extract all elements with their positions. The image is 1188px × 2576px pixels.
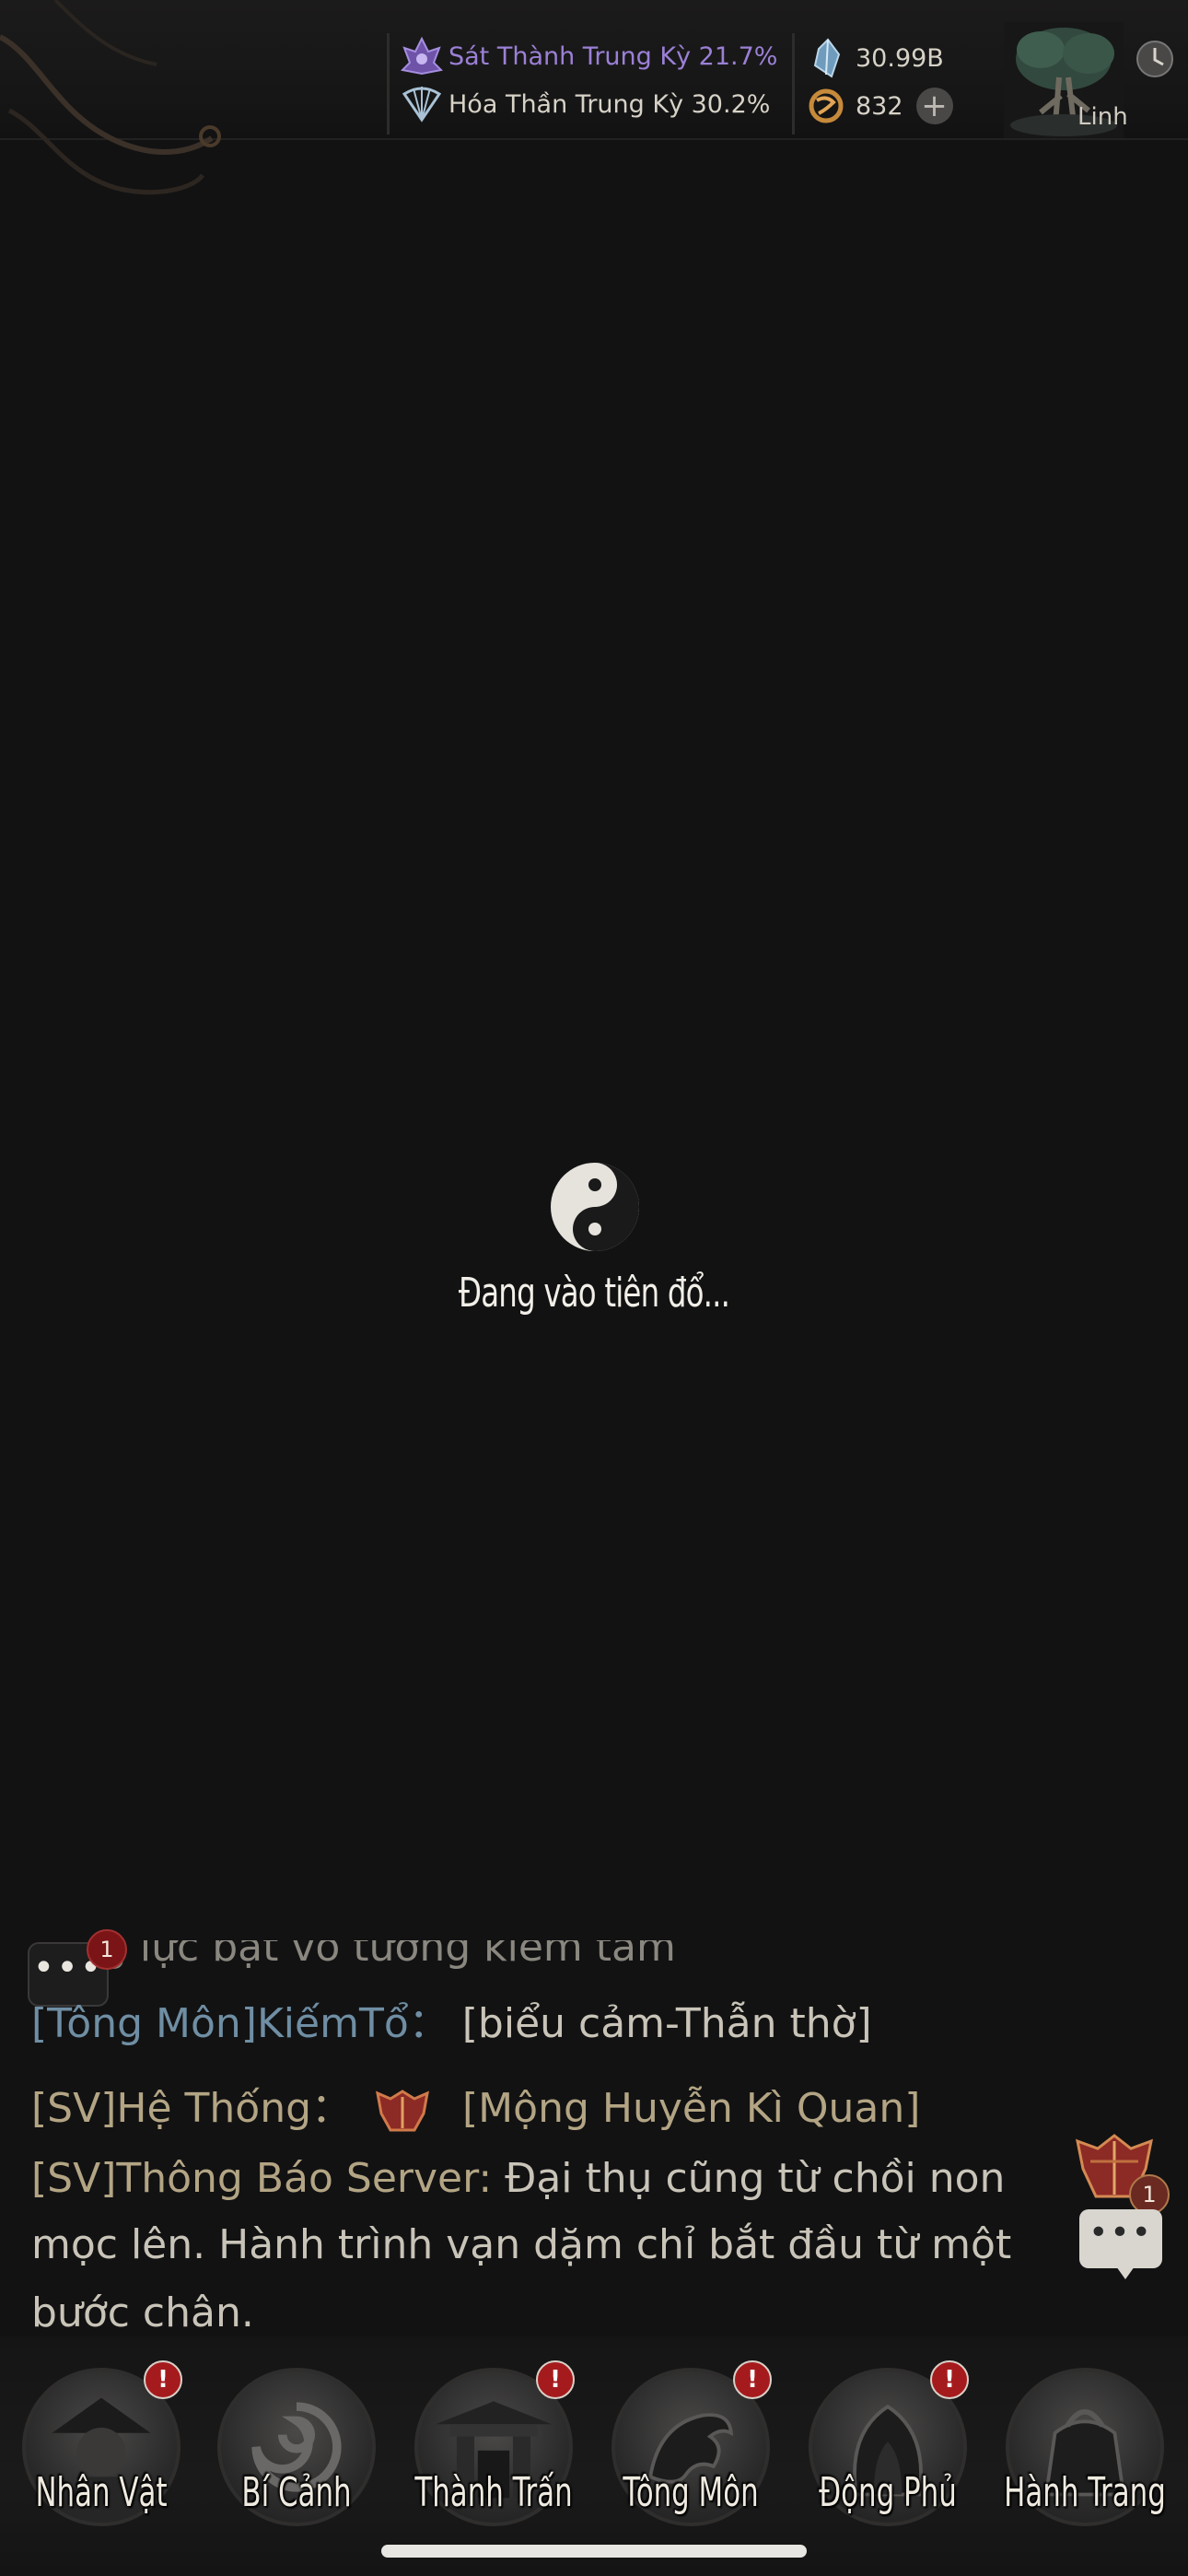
copper-coin-icon bbox=[809, 88, 844, 123]
spirit-crystal-icon bbox=[813, 38, 841, 78]
copper-coin-value: 832 bbox=[856, 91, 903, 121]
cloud-ornament-icon bbox=[0, 0, 221, 195]
chat-message[interactable]: [SV]Thông Báo Server: Đại thụ cũng từ ch… bbox=[31, 2154, 1005, 2204]
nav-label: Tông Môn bbox=[623, 2469, 759, 2516]
chat-text: bước chân. bbox=[31, 2289, 254, 2336]
nav-alert-badge: ! bbox=[733, 2360, 772, 2399]
nav-alert-badge: ! bbox=[536, 2360, 575, 2399]
currency-panel: 30.99B 832 + bbox=[792, 33, 997, 135]
chat-partial-text: g lực bạt vô tướng kiếm tâm bbox=[101, 1940, 676, 1971]
currency-row: 30.99B bbox=[808, 37, 944, 79]
nav-label: Nhân Vật bbox=[35, 2469, 168, 2516]
nav-sect[interactable]: ! Tông Môn bbox=[599, 2360, 783, 2561]
spirit-crystal-value: 30.99B bbox=[856, 43, 944, 73]
chat-channel: [SV]Thông Báo Server: bbox=[31, 2155, 493, 2202]
nav-alert-badge: ! bbox=[144, 2360, 182, 2399]
cultivation-row[interactable]: Hóa Thần Trung Kỳ 30.2% bbox=[401, 83, 770, 125]
nav-secret-realm[interactable]: Bí Cảnh bbox=[204, 2368, 389, 2561]
chat-message[interactable]: [Tông Môn]KiếmTổ： [biểu cảm-Thẫn thờ] bbox=[31, 1999, 872, 2049]
chat-text: mọc lên. Hành trình vạn dặm chỉ bắt đầu … bbox=[31, 2221, 1012, 2268]
nav-label: Bí Cảnh bbox=[241, 2469, 352, 2516]
chat-partial-line: g lực bạt vô tướng kiếm tâm bbox=[101, 1940, 746, 1983]
nav-cave-dwelling[interactable]: ! Động Phủ bbox=[796, 2360, 980, 2561]
nav-alert-badge: ! bbox=[930, 2360, 969, 2399]
chat-message-continuation: bước chân. bbox=[31, 2289, 254, 2338]
yin-yang-icon bbox=[551, 1163, 639, 1251]
red-armor-emote-icon bbox=[376, 2090, 429, 2132]
home-indicator[interactable] bbox=[381, 2545, 807, 2558]
chat-text: [Mộng Huyễn Kì Quan] bbox=[462, 2085, 921, 2132]
chat-message[interactable]: [SV]Hệ Thống： [Mộng Huyễn Kì Quan] bbox=[31, 2084, 920, 2136]
chat-unread-badge: 1 bbox=[87, 1929, 127, 1970]
fan-icon bbox=[402, 87, 442, 123]
chat-channel: [SV]Hệ Thống： bbox=[31, 2085, 353, 2132]
clock-icon[interactable] bbox=[1135, 39, 1175, 79]
cultivation-label: Sát Thành Trung Kỳ 21.7% bbox=[448, 41, 778, 71]
nav-character[interactable]: ! Nhân Vật bbox=[9, 2360, 193, 2561]
nav-label: Động Phủ bbox=[819, 2469, 957, 2516]
chat-text: [biểu cảm-Thẫn thờ] bbox=[461, 2000, 872, 2047]
nav-label: Thành Trấn bbox=[414, 2469, 573, 2516]
add-currency-button[interactable]: + bbox=[915, 88, 953, 124]
nav-inventory[interactable]: Hành Trang bbox=[993, 2368, 1177, 2561]
chat-text: Đại thụ cũng từ chồi non bbox=[505, 2155, 1006, 2202]
cultivation-label: Hóa Thần Trung Kỳ 30.2% bbox=[448, 89, 771, 119]
chat-channel: [Tông Môn]KiếmTổ： bbox=[31, 2000, 449, 2047]
purple-lotus-icon bbox=[401, 36, 443, 76]
spirit-label: Linh bbox=[1077, 103, 1128, 131]
nav-label: Hành Trang bbox=[1004, 2469, 1166, 2516]
cultivation-row[interactable]: Sát Thành Trung Kỳ 21.7% bbox=[401, 35, 777, 77]
open-chat-button[interactable]: ••• bbox=[1079, 2209, 1162, 2279]
currency-row: 832 + bbox=[808, 85, 953, 127]
nav-town[interactable]: ! Thành Trấn bbox=[402, 2360, 586, 2561]
cultivation-panel[interactable]: Sát Thành Trung Kỳ 21.7% Hóa Thần Trung … bbox=[387, 33, 786, 135]
chat-message-continuation: mọc lên. Hành trình vạn dặm chỉ bắt đầu … bbox=[31, 2220, 1011, 2270]
chat-bubble-icon: ••• bbox=[1089, 2214, 1153, 2252]
loading-text: Đang vào tiên đổ... bbox=[458, 1270, 730, 1317]
